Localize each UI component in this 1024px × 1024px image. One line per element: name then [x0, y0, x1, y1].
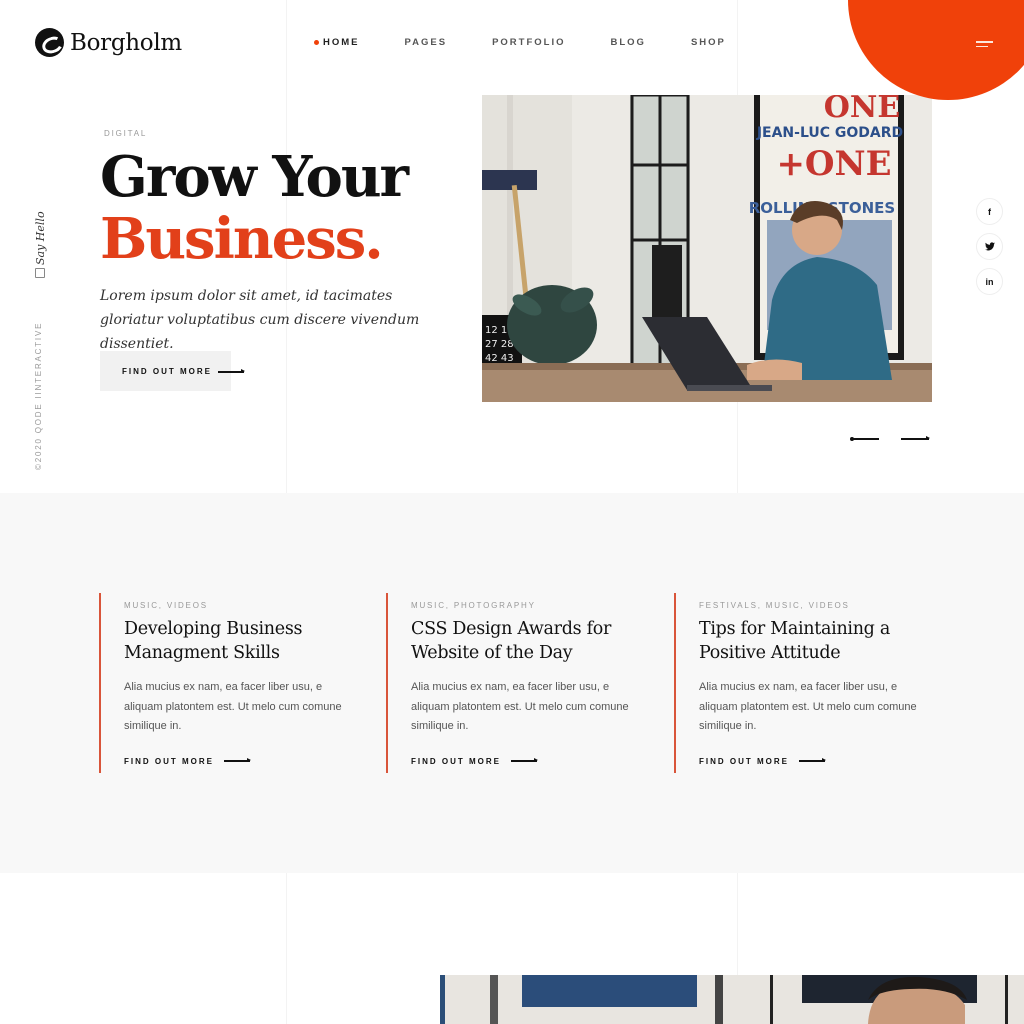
linkedin-icon[interactable]: in — [976, 268, 1003, 295]
logo-mark-icon — [35, 28, 64, 57]
linkedin-glyph: in — [985, 276, 994, 287]
active-dot-icon — [314, 40, 319, 45]
find-out-more-button[interactable]: FIND OUT MORE — [100, 351, 245, 391]
post-title[interactable]: CSS Design Awards for Website of the Day — [411, 617, 636, 665]
arrow-right-icon — [224, 758, 251, 762]
nav-label: PORTFOLIO — [492, 37, 566, 48]
copyright-text: ©2020 QODE IINTERACTIVE — [34, 321, 43, 470]
posts-section: MUSIC, VIDEOS Developing Business Managm… — [0, 493, 1024, 873]
chat-icon[interactable] — [35, 264, 45, 278]
svg-text:27 28: 27 28 — [485, 339, 514, 350]
svg-text:ONE: ONE — [824, 95, 900, 125]
post-excerpt: Alia mucius ex nam, ea facer liber usu, … — [699, 681, 917, 732]
post-title[interactable]: Developing Business Managment Skills — [124, 617, 349, 665]
nav-label: BLOG — [610, 37, 646, 48]
nav-item-shop[interactable]: SHOP — [691, 37, 726, 48]
find-out-more-link[interactable]: FIND OUT MORE — [124, 757, 349, 766]
slider-prev-arrow-icon[interactable] — [850, 436, 881, 440]
link-label: FIND OUT MORE — [699, 756, 789, 766]
menu-button[interactable] — [848, 0, 1024, 100]
link-label: FIND OUT MORE — [411, 756, 501, 766]
nav-item-portfolio[interactable]: PORTFOLIO — [492, 37, 565, 48]
hamburger-icon[interactable] — [976, 41, 993, 49]
hero-title-line2: Business. — [100, 206, 384, 272]
post-categories[interactable]: FESTIVALS, MUSIC, VIDEOS — [699, 601, 924, 610]
facebook-glyph: f — [988, 206, 991, 217]
find-out-more-link[interactable]: FIND OUT MORE — [699, 757, 924, 766]
hero-title-line1: Grow Your — [100, 144, 409, 210]
nav-item-home[interactable]: HOME — [314, 37, 360, 48]
arrow-right-icon — [799, 758, 826, 762]
hero-eyebrow: DIGITAL — [104, 129, 148, 138]
nav-item-blog[interactable]: BLOG — [610, 37, 645, 48]
button-label: FIND OUT MORE — [122, 366, 212, 376]
post-card: FESTIVALS, MUSIC, VIDEOS Tips for Mainta… — [674, 593, 924, 773]
hero-subtitle: Lorem ipsum dolor sit amet, id tacimates… — [100, 288, 420, 352]
hero-image: ONE JEAN-LUC GODARD +ONE ROLLING STONES … — [482, 95, 932, 402]
post-excerpt: Alia mucius ex nam, ea facer liber usu, … — [124, 681, 342, 732]
find-out-more-link[interactable]: FIND OUT MORE — [411, 757, 636, 766]
post-categories[interactable]: MUSIC, PHOTOGRAPHY — [411, 601, 636, 610]
arrow-right-icon — [218, 369, 245, 373]
logo[interactable]: Borgholm — [35, 28, 182, 57]
post-categories[interactable]: MUSIC, VIDEOS — [124, 601, 349, 610]
nav-item-pages[interactable]: PAGES — [405, 37, 448, 48]
nav-label: PAGES — [404, 37, 448, 48]
svg-text:+ONE: +ONE — [776, 144, 891, 184]
facebook-icon[interactable]: f — [976, 198, 1003, 225]
nav-label: HOME — [323, 37, 360, 48]
side-bar: Say Hello ©2020 QODE IINTERACTIVE — [28, 205, 50, 470]
post-title[interactable]: Tips for Maintaining a Positive Attitude — [699, 617, 924, 665]
post-excerpt: Alia mucius ex nam, ea facer liber usu, … — [411, 681, 629, 732]
hero-title: Grow Your Business. — [100, 144, 409, 272]
twitter-icon[interactable] — [976, 233, 1003, 260]
link-label: FIND OUT MORE — [124, 756, 214, 766]
svg-text:42 43: 42 43 — [485, 353, 514, 364]
slider-next-arrow-icon[interactable] — [901, 436, 931, 440]
svg-text:JEAN-LUC GODARD: JEAN-LUC GODARD — [756, 125, 903, 141]
say-hello-link[interactable]: Say Hello — [34, 211, 47, 265]
nav-label: SHOP — [690, 37, 726, 48]
logo-text: Borgholm — [70, 29, 182, 56]
main-nav: HOME PAGES PORTFOLIO BLOG SHOP — [314, 37, 726, 48]
bottom-image — [440, 975, 1024, 1024]
post-card: MUSIC, PHOTOGRAPHY CSS Design Awards for… — [386, 593, 636, 773]
post-card: MUSIC, VIDEOS Developing Business Managm… — [99, 593, 349, 773]
arrow-right-icon — [511, 758, 538, 762]
